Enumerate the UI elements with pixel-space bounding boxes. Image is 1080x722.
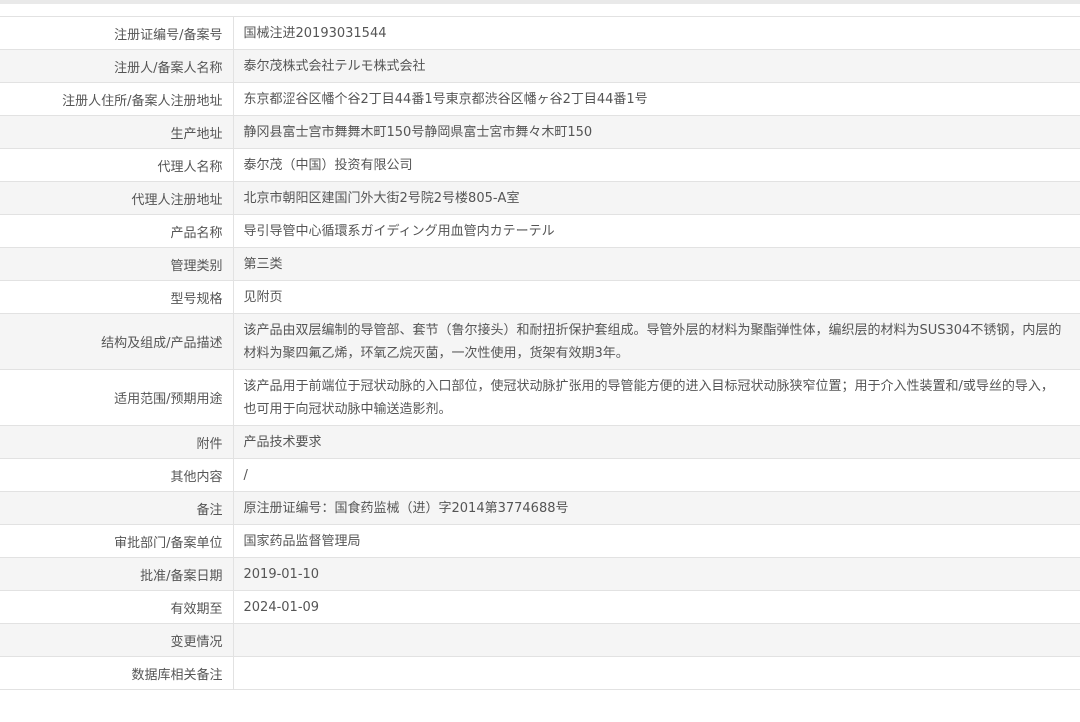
table-row: 备注 原注册证编号：国食药监械（进）字2014第3774688号 [0,491,1080,525]
field-value [233,656,1080,690]
field-label: 适用范围/预期用途 [0,369,234,426]
field-value: 该产品由双层编制的导管部、套节（鲁尔接头）和耐扭折保护套组成。导管外层的材料为聚… [233,313,1080,370]
table-row: 数据库相关备注 [0,656,1080,690]
field-label: 代理人名称 [0,148,234,182]
field-label: 批准/备案日期 [0,557,234,591]
field-label: 注册证编号/备案号 [0,16,234,50]
table-row: 代理人名称 泰尔茂（中国）投资有限公司 [0,148,1080,182]
table-row: 管理类别 第三类 [0,247,1080,281]
field-label: 有效期至 [0,590,234,624]
field-value: 国械注进20193031544 [233,16,1080,50]
table-row: 注册人/备案人名称 泰尔茂株式会社テルモ株式会社 [0,49,1080,83]
field-value: 国家药品监督管理局 [233,524,1080,558]
field-label: 审批部门/备案单位 [0,524,234,558]
table-row: 生产地址 静冈县富士宫市舞舞木町150号静岡県富士宮市舞々木町150 [0,115,1080,149]
table-row: 产品名称 导引导管中心循環系ガイディング用血管内カテーテル [0,214,1080,248]
table-row: 附件 产品技术要求 [0,425,1080,459]
field-value: 导引导管中心循環系ガイディング用血管内カテーテル [233,214,1080,248]
field-value: 2019-01-10 [233,557,1080,591]
field-label: 备注 [0,491,234,525]
field-value: 见附页 [233,280,1080,314]
field-label: 变更情况 [0,623,234,657]
field-label: 数据库相关备注 [0,656,234,690]
field-label: 其他内容 [0,458,234,492]
field-label: 注册人/备案人名称 [0,49,234,83]
table-row: 变更情况 [0,623,1080,657]
table-row: 注册证编号/备案号 国械注进20193031544 [0,16,1080,50]
field-label: 注册人住所/备案人注册地址 [0,82,234,116]
registration-detail-table: 注册证编号/备案号 国械注进20193031544 注册人/备案人名称 泰尔茂株… [0,16,1080,690]
field-label: 管理类别 [0,247,234,281]
table-row: 其他内容 / [0,458,1080,492]
field-value: 泰尔茂株式会社テルモ株式会社 [233,49,1080,83]
field-label: 生产地址 [0,115,234,149]
table-row: 适用范围/预期用途 该产品用于前端位于冠状动脉的入口部位，使冠状动脉扩张用的导管… [0,369,1080,426]
field-label: 产品名称 [0,214,234,248]
field-value: 泰尔茂（中国）投资有限公司 [233,148,1080,182]
field-label: 型号规格 [0,280,234,314]
table-row: 批准/备案日期 2019-01-10 [0,557,1080,591]
field-value [233,623,1080,657]
table-row: 有效期至 2024-01-09 [0,590,1080,624]
table-row: 结构及组成/产品描述 该产品由双层编制的导管部、套节（鲁尔接头）和耐扭折保护套组… [0,313,1080,370]
field-value: 北京市朝阳区建国门外大街2号院2号楼805-A室 [233,181,1080,215]
field-value: 该产品用于前端位于冠状动脉的入口部位，使冠状动脉扩张用的导管能方便的进入目标冠状… [233,369,1080,426]
table-row: 注册人住所/备案人注册地址 东京都涩谷区幡个谷2丁目44番1号東京都渋谷区幡ヶ谷… [0,82,1080,116]
field-value: 第三类 [233,247,1080,281]
field-label: 结构及组成/产品描述 [0,313,234,370]
table-row: 代理人注册地址 北京市朝阳区建国门外大街2号院2号楼805-A室 [0,181,1080,215]
field-value: 2024-01-09 [233,590,1080,624]
field-value: 东京都涩谷区幡个谷2丁目44番1号東京都渋谷区幡ヶ谷2丁目44番1号 [233,82,1080,116]
field-value: 产品技术要求 [233,425,1080,459]
field-value: 原注册证编号：国食药监械（进）字2014第3774688号 [233,491,1080,525]
field-value: 静冈县富士宫市舞舞木町150号静岡県富士宮市舞々木町150 [233,115,1080,149]
table-row: 型号规格 见附页 [0,280,1080,314]
table-row: 审批部门/备案单位 国家药品监督管理局 [0,524,1080,558]
field-label: 附件 [0,425,234,459]
field-label: 代理人注册地址 [0,181,234,215]
field-value: / [233,458,1080,492]
